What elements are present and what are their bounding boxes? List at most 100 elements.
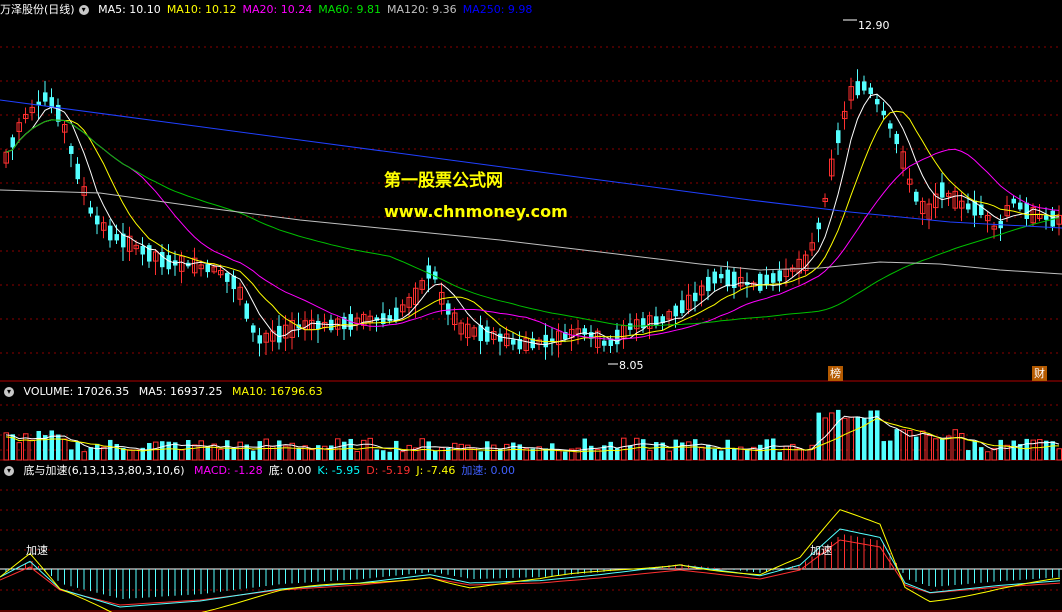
volume-bar <box>933 438 939 461</box>
indicator-legend-item: K: -5.95 <box>317 464 361 477</box>
candle-body <box>88 207 93 214</box>
candle-body <box>1044 215 1049 220</box>
volume-bar <box>49 430 54 460</box>
volume-bar <box>712 448 717 460</box>
price-panel-header: 万泽股份(日线) ▾ MA5: 10.10 MA10: 10.12 MA20: 10.… <box>0 2 544 18</box>
volume-bar <box>433 450 438 460</box>
volume-bar <box>855 416 860 460</box>
volume-bar <box>693 439 698 460</box>
volume-bar <box>478 451 483 460</box>
volume-bar <box>458 443 464 461</box>
volume-bar <box>822 417 828 461</box>
candle-body <box>1018 202 1023 210</box>
candle-body <box>836 130 841 144</box>
volume-bar <box>439 447 445 461</box>
candle-body <box>719 274 724 279</box>
volume-bar <box>615 448 620 460</box>
volume-bar <box>1004 444 1010 461</box>
volume-bar <box>881 441 886 460</box>
volume-bar <box>147 443 152 460</box>
volume-bar <box>218 448 224 461</box>
volume-bar <box>550 443 555 460</box>
volume-bar <box>848 416 854 461</box>
volume-bar <box>706 444 711 460</box>
volume-bar <box>69 449 74 460</box>
volume-bar <box>758 444 763 460</box>
volume-bar <box>1050 441 1055 460</box>
candle-body <box>69 146 74 154</box>
volume-value: VOLUME: 17026.35 <box>23 385 130 398</box>
candle-body <box>875 98 880 105</box>
candle-body <box>316 320 321 330</box>
volume-bar <box>237 441 243 461</box>
volume-bar <box>257 441 262 460</box>
candle-body <box>426 265 431 279</box>
accel-label-left: 加速 <box>26 544 48 557</box>
collapse-toggle-icon[interactable]: ▾ <box>4 466 14 476</box>
volume-bar <box>563 451 568 460</box>
volume-bar <box>361 439 367 461</box>
volume-bar <box>666 450 672 461</box>
indicator-panel-header: ▾ 底与加速(6,13,13,3,80,3,10,6) MACD: -1.28 底… <box>0 463 527 479</box>
collapse-toggle-icon[interactable]: ▾ <box>4 387 14 397</box>
candle-body <box>855 81 860 96</box>
volume-bar <box>56 434 61 460</box>
indicator-j-line <box>0 509 1061 612</box>
volume-bar <box>381 450 386 460</box>
candle-body <box>914 191 919 202</box>
candle-body <box>582 328 587 335</box>
volume-bar <box>367 437 373 461</box>
volume-bar <box>186 440 191 460</box>
volume-bar <box>225 440 230 460</box>
volume-ma10: MA10: 16796.63 <box>231 385 323 398</box>
volume-bar <box>634 437 640 461</box>
candle-body <box>777 270 782 282</box>
volume-bar <box>400 451 406 461</box>
collapse-toggle-icon[interactable]: ▾ <box>78 5 89 15</box>
volume-bar <box>62 438 68 461</box>
volume-panel-header: ▾ VOLUME: 17026.35 MA5: 16937.25 MA10: 1… <box>0 384 329 400</box>
volume-ma5: MA5: 16937.25 <box>138 385 223 398</box>
candle-body <box>862 81 867 91</box>
event-mark-finance[interactable]: 财 <box>1032 366 1047 381</box>
volume-bar <box>1011 440 1016 460</box>
volume-bar <box>972 441 977 460</box>
candle-body <box>277 325 282 343</box>
event-mark-rank[interactable]: 榜 <box>828 366 843 381</box>
candle-body <box>43 92 48 102</box>
volume-bar <box>842 417 848 461</box>
volume-bar <box>296 448 301 460</box>
volume-bar <box>211 443 217 461</box>
indicator-legend-item: D: -5.19 <box>366 464 411 477</box>
volume-bar <box>1044 440 1049 460</box>
volume-bar <box>556 449 562 461</box>
volume-bar <box>277 440 282 460</box>
volume-bar <box>153 441 159 461</box>
volume-bar <box>647 449 653 461</box>
candle-body <box>446 303 451 315</box>
candle-body <box>550 338 555 342</box>
candle-body <box>166 255 171 270</box>
ma-legend-item: MA5: 10.10 <box>98 3 161 16</box>
volume-bar <box>914 436 919 460</box>
high-price-label: 12.90 <box>858 19 890 32</box>
volume-bar <box>192 444 198 461</box>
volume-bar <box>894 429 899 460</box>
volume-bar <box>251 450 256 460</box>
volume-bar <box>316 445 321 460</box>
volume-bar <box>302 445 308 461</box>
candle-body <box>894 133 899 145</box>
volume-bar <box>205 446 210 460</box>
volume-bar <box>179 449 185 461</box>
candle-body <box>387 315 392 322</box>
volume-bar <box>673 439 678 460</box>
volume-bar <box>686 441 692 461</box>
volume-bar <box>699 446 705 461</box>
volume-bar <box>979 447 984 460</box>
indicator-legend-item: MACD: -1.28 <box>194 464 263 477</box>
candle-body <box>641 318 646 329</box>
volume-bar <box>374 449 379 460</box>
ma-legend-item: MA250: 9.98 <box>462 3 533 16</box>
candle-body <box>628 323 633 330</box>
candle-body <box>712 271 717 284</box>
